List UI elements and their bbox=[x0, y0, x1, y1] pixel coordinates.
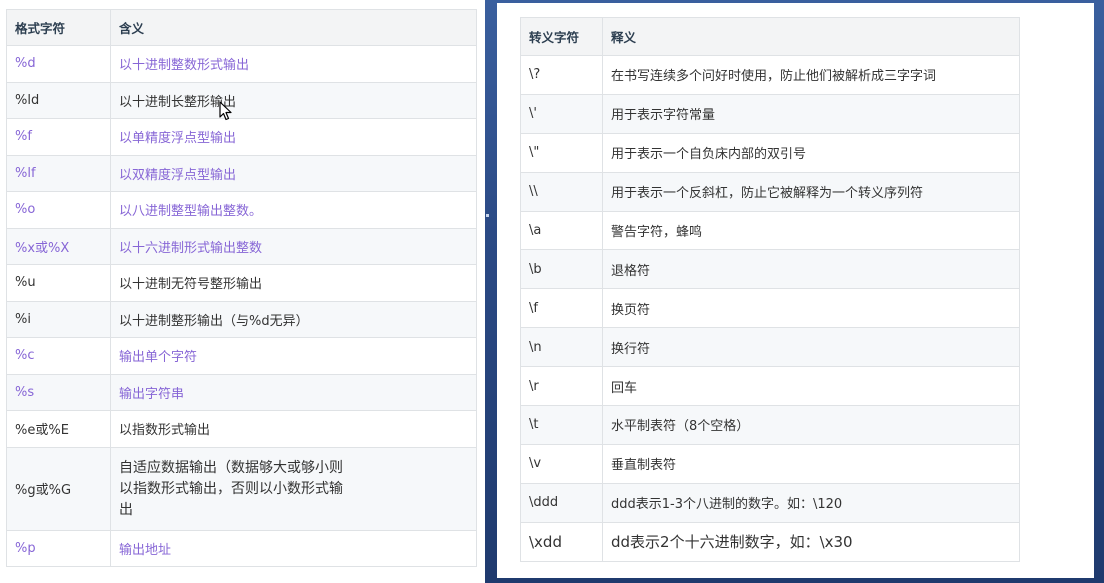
escape-code-cell: \\ bbox=[520, 171, 603, 212]
format-code-cell: %d bbox=[6, 45, 111, 83]
table-row: %u 以十进制无符号整形输出 bbox=[6, 264, 477, 302]
format-code-cell: %g或%G bbox=[6, 446, 111, 531]
table-row: %p 输出地址 bbox=[6, 529, 477, 567]
explanation-cell: 换行符 bbox=[602, 327, 1020, 368]
table-row: %lf 以双精度浮点型输出 bbox=[6, 154, 477, 192]
escape-code-cell: \' bbox=[520, 93, 603, 134]
format-code-cell: %x或%X bbox=[6, 227, 111, 265]
format-code-cell: %o bbox=[6, 191, 111, 229]
meaning-cell: 以十进制整形输出（与%d无异） bbox=[110, 300, 477, 338]
meaning-cell: 以双精度浮点型输出 bbox=[110, 154, 477, 192]
explanation-cell: 在书写连续多个问好时使用，防止他们被解析成三字字词 bbox=[602, 55, 1020, 95]
escape-code-cell: \t bbox=[520, 405, 603, 445]
table-row: \v 垂直制表符 bbox=[520, 443, 1020, 484]
escape-code-cell: \" bbox=[520, 132, 603, 173]
explanation-cell: 警告字符，蜂鸣 bbox=[602, 210, 1020, 251]
explanation-cell: 垂直制表符 bbox=[602, 443, 1020, 484]
format-specifier-table: 格式字符 含义 %d 以十进制整数形式输出 %ld 以十进制长整形输出 %f 以… bbox=[6, 9, 477, 567]
table-row: \" 用于表示一个自负床内部的双引号 bbox=[520, 132, 1020, 173]
explanation-cell: dd表示2个十六进制数字，如：\x30 bbox=[602, 521, 1020, 562]
format-code-cell: %u bbox=[6, 264, 111, 302]
escape-code-cell: \f bbox=[520, 288, 603, 329]
explanation-cell: 回车 bbox=[602, 366, 1020, 407]
table-row: %i 以十进制整形输出（与%d无异） bbox=[6, 300, 477, 338]
explanation-cell: 用于表示一个自负床内部的双引号 bbox=[602, 132, 1020, 173]
window-edge-marker bbox=[486, 214, 489, 217]
meaning-cell: 以十六进制形式输出整数 bbox=[110, 227, 477, 265]
table-row: %x或%X 以十六进制形式输出整数 bbox=[6, 227, 477, 265]
explanation-cell: 用于表示一个反斜杠，防止它被解释为一个转义序列符 bbox=[602, 171, 1020, 212]
table-row: %f 以单精度浮点型输出 bbox=[6, 118, 477, 156]
table-row: \n 换行符 bbox=[520, 327, 1020, 368]
meaning-cell: 输出单个字符 bbox=[110, 337, 477, 375]
format-code-cell: %ld bbox=[6, 81, 111, 119]
table-row: \' 用于表示字符常量 bbox=[520, 93, 1020, 134]
escape-code-cell: \? bbox=[520, 55, 603, 95]
meaning-cell: 自适应数据输出（数据够大或够小则以指数形式输出，否则以小数形式输出 bbox=[110, 446, 477, 531]
format-code-cell: %s bbox=[6, 373, 111, 411]
table-row: \t 水平制表符（8个空格） bbox=[520, 405, 1020, 445]
table-row: %c 输出单个字符 bbox=[6, 337, 477, 375]
meaning-cell: 以指数形式输出 bbox=[110, 410, 477, 448]
format-code-cell: %lf bbox=[6, 154, 111, 192]
table-row: \b 退格符 bbox=[520, 249, 1020, 290]
mouse-pointer-icon bbox=[219, 101, 232, 121]
escape-code-cell: \r bbox=[520, 366, 603, 407]
format-code-cell: %e或%E bbox=[6, 410, 111, 448]
format-code-cell: %c bbox=[6, 337, 111, 375]
meaning-cell: 输出字符串 bbox=[110, 373, 477, 411]
escape-code-cell: \v bbox=[520, 443, 603, 484]
table-header-row: 转义字符 释义 bbox=[520, 17, 1020, 56]
meaning-cell: 以十进制整数形式输出 bbox=[110, 45, 477, 83]
format-code-cell: %f bbox=[6, 118, 111, 156]
escape-code-cell: \a bbox=[520, 210, 603, 251]
table-row: \r 回车 bbox=[520, 366, 1020, 407]
format-code-cell: %i bbox=[6, 300, 111, 338]
format-code-cell: %p bbox=[6, 529, 111, 567]
escape-code-cell: \xdd bbox=[520, 521, 603, 562]
table-header-row: 格式字符 含义 bbox=[6, 9, 477, 46]
table-row: %g或%G 自适应数据输出（数据够大或够小则以指数形式输出，否则以小数形式输出 bbox=[6, 446, 477, 531]
escape-code-cell: \ddd bbox=[520, 482, 603, 523]
column-header-escape-char: 转义字符 bbox=[520, 17, 603, 56]
meaning-text: 自适应数据输出（数据够大或够小则以指数形式输出，否则以小数形式输出 bbox=[119, 460, 343, 518]
escape-sequence-table: 转义字符 释义 \? 在书写连续多个问好时使用，防止他们被解析成三字字词 \' … bbox=[520, 17, 1020, 562]
table-row: \ddd ddd表示1-3个八进制的数字。如：\120 bbox=[520, 482, 1020, 523]
table-row: %d 以十进制整数形式输出 bbox=[6, 45, 477, 83]
table-row: \a 警告字符，蜂鸣 bbox=[520, 210, 1020, 251]
escape-code-cell: \n bbox=[520, 327, 603, 368]
explanation-cell: 用于表示字符常量 bbox=[602, 93, 1020, 134]
meaning-cell: 以八进制整型输出整数。 bbox=[110, 191, 477, 229]
explanation-cell: 换页符 bbox=[602, 288, 1020, 329]
explanation-cell: ddd表示1-3个八进制的数字。如：\120 bbox=[602, 482, 1020, 523]
explanation-cell: 水平制表符（8个空格） bbox=[602, 405, 1020, 445]
meaning-cell: 以十进制无符号整形输出 bbox=[110, 264, 477, 302]
column-header-explanation: 释义 bbox=[602, 17, 1020, 56]
meaning-cell: 以单精度浮点型输出 bbox=[110, 118, 477, 156]
table-row: \\ 用于表示一个反斜杠，防止它被解释为一个转义序列符 bbox=[520, 171, 1020, 212]
table-row: \? 在书写连续多个问好时使用，防止他们被解析成三字字词 bbox=[520, 55, 1020, 95]
table-row: %s 输出字符串 bbox=[6, 373, 477, 411]
meaning-cell: 以十进制长整形输出 bbox=[110, 81, 477, 119]
table-row: %o 以八进制整型输出整数。 bbox=[6, 191, 477, 229]
table-row: \xdd dd表示2个十六进制数字，如：\x30 bbox=[520, 521, 1020, 562]
escape-code-cell: \b bbox=[520, 249, 603, 290]
meaning-cell: 输出地址 bbox=[110, 529, 477, 567]
table-row: \f 换页符 bbox=[520, 288, 1020, 329]
column-header-format-char: 格式字符 bbox=[6, 9, 111, 46]
table-row: %e或%E 以指数形式输出 bbox=[6, 410, 477, 448]
table-row: %ld 以十进制长整形输出 bbox=[6, 81, 477, 119]
column-header-meaning: 含义 bbox=[110, 9, 477, 46]
explanation-cell: 退格符 bbox=[602, 249, 1020, 290]
